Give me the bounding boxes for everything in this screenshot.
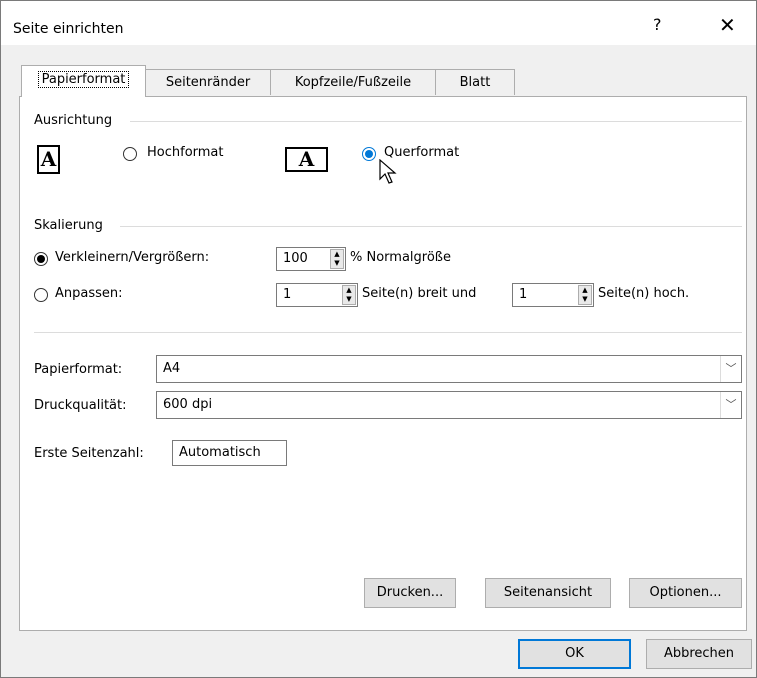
ok-button[interactable]: OK [518,639,631,669]
tab-blatt[interactable]: Blatt [435,69,515,95]
help-button[interactable]: ? [653,15,662,34]
paper-size-label: Papierformat: [34,362,123,377]
orientation-section-label: Ausrichtung [34,113,113,128]
tab-papierformat[interactable]: Papierformat [21,65,146,97]
spinner-arrows-icon[interactable]: ▲ ▼ [330,249,344,269]
fit-tall-spinner[interactable]: 1 ▲ ▼ [512,283,594,307]
fit-label[interactable]: Anpassen: [55,286,123,301]
title-bar: Seite einrichten ? ✕ [1,1,756,45]
landscape-label[interactable]: Querformat [384,145,459,160]
tab-kopfzeile-fusszeile[interactable]: Kopfzeile/Fußzeile [270,69,436,95]
spinner-arrows-icon[interactable]: ▲ ▼ [578,285,592,305]
adjust-label[interactable]: Verkleinern/Vergrößern: [55,250,209,265]
fit-wide-suffix: Seite(n) breit und [362,286,477,301]
portrait-label[interactable]: Hochformat [147,145,224,160]
fit-wide-spinner[interactable]: 1 ▲ ▼ [276,283,358,307]
adjust-suffix: % Normalgröße [350,250,451,265]
fit-tall-suffix: Seite(n) hoch. [598,286,690,301]
tab-panel: Ausrichtung A Hochformat A Querformat Sk… [19,96,747,631]
page-setup-dialog: Seite einrichten ? ✕ Papierformat Seiten… [0,0,757,678]
cancel-button[interactable]: Abbrechen [646,639,752,669]
landscape-radio[interactable] [362,147,376,161]
adjust-radio[interactable] [34,252,48,266]
fit-radio[interactable] [34,288,48,302]
portrait-page-icon: A [37,145,60,174]
scaling-section-label: Skalierung [34,218,103,233]
landscape-page-icon: A [285,147,328,172]
dialog-title: Seite einrichten [13,21,124,37]
print-preview-button[interactable]: Seitenansicht [485,578,611,608]
print-quality-select[interactable]: 600 dpi ﹀ [156,391,742,419]
first-page-number-field[interactable]: Automatisch [172,440,287,466]
spinner-arrows-icon[interactable]: ▲ ▼ [342,285,356,305]
paper-size-select[interactable]: A4 ﹀ [156,355,742,383]
scaling-divider [120,226,742,227]
print-quality-label: Druckqualität: [34,398,127,413]
paper-divider [34,332,742,333]
tab-seitenraender[interactable]: Seitenränder [145,69,271,95]
mouse-pointer-icon [379,159,397,184]
first-page-number-label: Erste Seitenzahl: [34,446,144,461]
chevron-down-icon[interactable]: ﹀ [720,356,741,382]
orientation-divider [130,121,742,122]
portrait-radio[interactable] [123,147,137,161]
print-button[interactable]: Drucken... [364,578,456,608]
close-button[interactable]: ✕ [719,13,736,37]
options-button[interactable]: Optionen... [629,578,742,608]
chevron-down-icon[interactable]: ﹀ [720,392,741,418]
adjust-percent-spinner[interactable]: 100 ▲ ▼ [276,247,346,271]
